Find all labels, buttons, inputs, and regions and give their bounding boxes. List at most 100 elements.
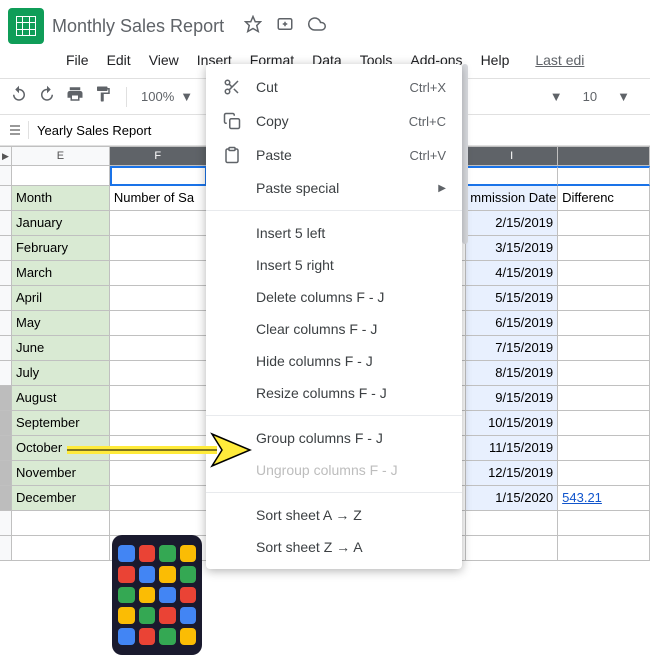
menu-sort-za[interactable]: Sort sheet Z → A [206, 531, 462, 563]
menu-paste[interactable]: Paste Ctrl+V [206, 138, 462, 172]
cell[interactable] [110, 236, 207, 261]
row-header[interactable] [0, 386, 12, 411]
cell-month[interactable]: August [12, 386, 110, 411]
menu-file[interactable]: File [58, 48, 97, 72]
menu-clear-columns[interactable]: Clear columns F - J [206, 313, 462, 345]
menu-hide-columns[interactable]: Hide columns F - J [206, 345, 462, 377]
cell[interactable] [558, 211, 650, 236]
cell[interactable] [558, 286, 650, 311]
cell-month[interactable]: March [12, 261, 110, 286]
cell[interactable] [110, 286, 207, 311]
cell-date[interactable]: 2/15/2019 [466, 211, 558, 236]
cell-month[interactable]: February [12, 236, 110, 261]
cell[interactable] [558, 411, 650, 436]
row-header[interactable] [0, 361, 12, 386]
row-header[interactable] [0, 261, 12, 286]
header-commission[interactable]: mmission Date [466, 186, 558, 211]
menu-resize-columns[interactable]: Resize columns F - J [206, 377, 462, 409]
cell[interactable] [558, 236, 650, 261]
column-header-i[interactable]: I [466, 146, 558, 166]
cell-date[interactable]: 1/15/2020 [466, 486, 558, 511]
menu-sort-az[interactable]: Sort sheet A → Z [206, 499, 462, 531]
cell[interactable] [558, 361, 650, 386]
redo-icon[interactable] [38, 85, 56, 108]
cell-date[interactable]: 7/15/2019 [466, 336, 558, 361]
undo-icon[interactable] [10, 85, 28, 108]
row-header[interactable] [0, 436, 12, 461]
menu-view[interactable]: View [141, 48, 187, 72]
print-icon[interactable] [66, 85, 84, 108]
column-header-f[interactable]: F [110, 146, 207, 166]
cell[interactable] [110, 261, 207, 286]
row-header[interactable] [0, 236, 12, 261]
row-header[interactable] [0, 286, 12, 311]
menu-edit[interactable]: Edit [99, 48, 139, 72]
embedded-image[interactable] [112, 535, 202, 655]
paint-format-icon[interactable] [94, 85, 112, 108]
star-icon[interactable] [244, 15, 262, 38]
header-month[interactable]: Month [12, 186, 110, 211]
cell[interactable] [110, 211, 207, 236]
cell-date[interactable]: 8/15/2019 [466, 361, 558, 386]
cell-month[interactable]: June [12, 336, 110, 361]
menu-paste-special[interactable]: Paste special ▶ [206, 172, 462, 204]
menu-delete-columns[interactable]: Delete columns F - J [206, 281, 462, 313]
context-menu: Cut Ctrl+X Copy Ctrl+C Paste Ctrl+V Past… [206, 64, 462, 569]
cell-date[interactable]: 11/15/2019 [466, 436, 558, 461]
copy-icon [222, 112, 242, 130]
move-icon[interactable] [276, 15, 294, 38]
menu-copy[interactable]: Copy Ctrl+C [206, 104, 462, 138]
cell[interactable]: 543.21 [558, 486, 650, 511]
cloud-icon[interactable] [308, 15, 326, 38]
last-edit-link[interactable]: Last edi [527, 48, 592, 72]
cell[interactable] [558, 261, 650, 286]
cell-month[interactable]: April [12, 286, 110, 311]
cell[interactable] [558, 336, 650, 361]
column-header-e[interactable]: E [12, 146, 110, 166]
cell[interactable] [110, 486, 207, 511]
row-header[interactable] [0, 211, 12, 236]
cell-month[interactable]: December [12, 486, 110, 511]
column-header-j[interactable] [558, 146, 650, 166]
menu-scrollbar[interactable] [462, 64, 468, 244]
menu-cut[interactable]: Cut Ctrl+X [206, 70, 462, 104]
sheets-app-icon[interactable] [8, 8, 44, 44]
font-size-dropdown[interactable]: ▼ [617, 89, 630, 104]
expand-arrow-icon[interactable]: ▶ [0, 146, 12, 166]
zoom-dropdown[interactable]: 100%▼ [141, 89, 193, 104]
document-title[interactable]: Monthly Sales Report [52, 16, 224, 37]
row-header[interactable] [0, 311, 12, 336]
sheet-tab[interactable]: Yearly Sales Report [37, 123, 151, 138]
menu-help[interactable]: Help [473, 48, 518, 72]
cell[interactable] [558, 461, 650, 486]
row-header[interactable] [0, 461, 12, 486]
cell-date[interactable]: 6/15/2019 [466, 311, 558, 336]
cell-month[interactable]: May [12, 311, 110, 336]
cell[interactable] [110, 386, 207, 411]
cell[interactable] [110, 336, 207, 361]
tab-handle-icon[interactable] [10, 125, 20, 135]
font-size-value[interactable]: 10 [583, 89, 597, 104]
cell[interactable] [558, 386, 650, 411]
header-difference[interactable]: Differenc [558, 186, 650, 211]
menu-insert-right[interactable]: Insert 5 right [206, 249, 462, 281]
row-header[interactable] [0, 336, 12, 361]
row-header[interactable] [0, 486, 12, 511]
header-sales[interactable]: Number of Sa [110, 186, 207, 211]
cell-month[interactable]: July [12, 361, 110, 386]
cell-date[interactable]: 12/15/2019 [466, 461, 558, 486]
cell-month[interactable]: January [12, 211, 110, 236]
row-header[interactable] [0, 411, 12, 436]
cell-date[interactable]: 10/15/2019 [466, 411, 558, 436]
cell[interactable] [110, 311, 207, 336]
cell-date[interactable]: 4/15/2019 [466, 261, 558, 286]
cell[interactable] [110, 361, 207, 386]
cell-date[interactable]: 3/15/2019 [466, 236, 558, 261]
active-cell[interactable] [110, 166, 207, 186]
cell[interactable] [558, 311, 650, 336]
cell-date[interactable]: 9/15/2019 [466, 386, 558, 411]
cell-date[interactable]: 5/15/2019 [466, 286, 558, 311]
font-dropdown[interactable]: ▼ [550, 89, 563, 104]
menu-insert-left[interactable]: Insert 5 left [206, 217, 462, 249]
cell[interactable] [558, 436, 650, 461]
